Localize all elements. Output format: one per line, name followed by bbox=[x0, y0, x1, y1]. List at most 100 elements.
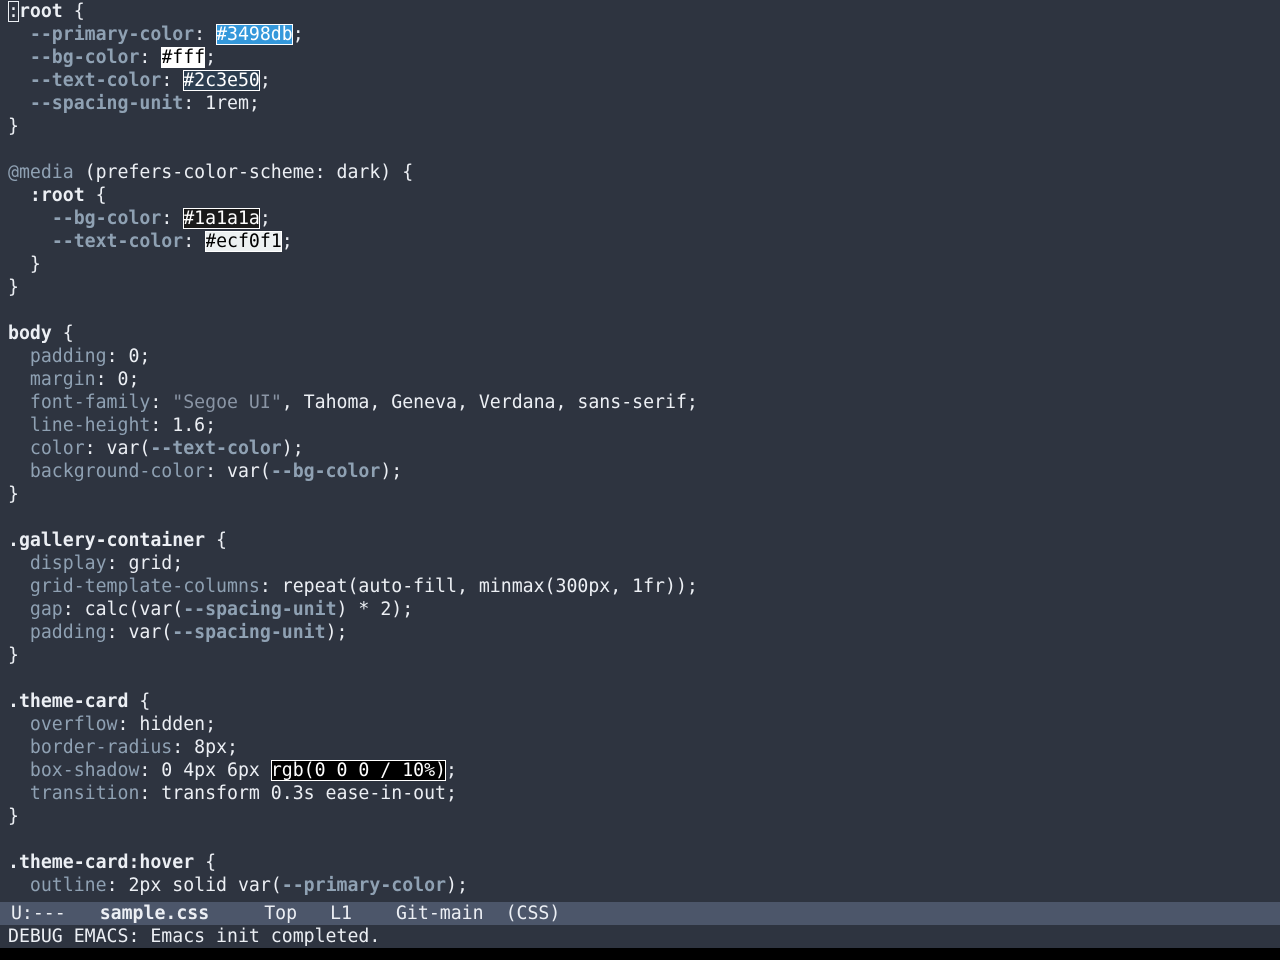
token-plain: : transform 0.3s ease-in-out; bbox=[139, 783, 457, 804]
token-plain: : repeat(auto-fill, minmax(300px, 1fr)); bbox=[259, 576, 698, 597]
code-line[interactable]: display: grid; bbox=[8, 552, 1272, 575]
code-line[interactable]: outline: 2px solid var(--primary-color); bbox=[8, 874, 1272, 897]
code-line[interactable]: padding: var(--spacing-unit); bbox=[8, 621, 1272, 644]
code-line[interactable]: grid-template-columns: repeat(auto-fill,… bbox=[8, 575, 1272, 598]
token-var: --spacing-unit bbox=[29, 93, 184, 114]
code-line[interactable]: transition: transform 0.3s ease-in-out; bbox=[8, 782, 1272, 805]
code-line[interactable]: line-height: 1.6; bbox=[8, 414, 1272, 437]
token-attr: border-radius bbox=[29, 737, 173, 758]
token-attr: padding bbox=[29, 346, 107, 367]
code-line[interactable]: --text-color: #2c3e50; bbox=[8, 69, 1272, 92]
scroll-position: Top bbox=[264, 903, 298, 924]
token-plain: : 8px; bbox=[172, 737, 238, 758]
token-plain: : 0; bbox=[106, 346, 151, 367]
code-line[interactable] bbox=[8, 506, 1272, 529]
token-var: --bg-color bbox=[29, 47, 140, 68]
code-line[interactable]: :root { bbox=[8, 0, 1272, 23]
token-plain: } bbox=[8, 484, 19, 505]
token-str: "Segoe UI" bbox=[172, 392, 282, 413]
token-attr: display bbox=[29, 553, 107, 574]
code-line[interactable]: background-color: var(--bg-color); bbox=[8, 460, 1272, 483]
code-line[interactable] bbox=[8, 138, 1272, 161]
color-swatch: #2c3e50 bbox=[183, 70, 260, 91]
code-line[interactable]: .theme-card:hover { bbox=[8, 851, 1272, 874]
code-line[interactable]: .gallery-container { bbox=[8, 529, 1272, 552]
code-line[interactable]: font-family: "Segoe UI", Tahoma, Geneva,… bbox=[8, 391, 1272, 414]
code-line[interactable]: --primary-color: #3498db; bbox=[8, 23, 1272, 46]
token-plain: : bbox=[194, 24, 217, 45]
token-attr: transition bbox=[29, 783, 140, 804]
token-var: --primary-color bbox=[29, 24, 195, 45]
token-var: --text-color bbox=[29, 70, 162, 91]
token-plain: ); bbox=[446, 875, 468, 896]
token-plain: } bbox=[8, 116, 19, 137]
code-line[interactable]: overflow: hidden; bbox=[8, 713, 1272, 736]
code-line[interactable] bbox=[8, 828, 1272, 851]
token-plain: : var( bbox=[106, 622, 173, 643]
editor-buffer[interactable]: :root { --primary-color: #3498db; --bg-c… bbox=[8, 0, 1272, 902]
code-line[interactable]: color: var(--text-color); bbox=[8, 437, 1272, 460]
token-plain: ; bbox=[259, 208, 271, 229]
code-line[interactable]: @media (prefers-color-scheme: dark) { bbox=[8, 161, 1272, 184]
vc-branch[interactable]: Git-main bbox=[396, 902, 484, 925]
token-plain: : grid; bbox=[106, 553, 184, 574]
token-var: --bg-color bbox=[270, 461, 381, 482]
token-sel: .theme-card:hover bbox=[8, 852, 195, 873]
token-attr: margin bbox=[29, 369, 96, 390]
token-plain: : var( bbox=[84, 438, 151, 459]
code-line[interactable] bbox=[8, 667, 1272, 690]
code-line[interactable]: gap: calc(var(--spacing-unit) * 2); bbox=[8, 598, 1272, 621]
token-plain: { bbox=[84, 185, 107, 206]
token-plain: ); bbox=[281, 438, 304, 459]
code-line[interactable]: } bbox=[8, 483, 1272, 506]
code-line[interactable]: .theme-card { bbox=[8, 690, 1272, 713]
major-mode[interactable]: (CSS) bbox=[506, 902, 561, 925]
frame-bottom-edge bbox=[0, 948, 1280, 960]
code-line[interactable]: } bbox=[8, 253, 1272, 276]
color-swatch: #ecf0f1 bbox=[205, 231, 282, 252]
code-line[interactable]: } bbox=[8, 115, 1272, 138]
code-line[interactable] bbox=[8, 299, 1272, 322]
token-plain: { bbox=[205, 530, 228, 551]
token-plain: { bbox=[194, 852, 217, 873]
code-line[interactable]: } bbox=[8, 805, 1272, 828]
token-plain: : 1.6; bbox=[150, 415, 217, 436]
token-plain: : bbox=[183, 231, 206, 252]
code-line[interactable]: --bg-color: #1a1a1a; bbox=[8, 207, 1272, 230]
token-plain: ); bbox=[325, 622, 348, 643]
token-sel: .theme-card bbox=[8, 691, 129, 712]
code-line[interactable]: --spacing-unit: 1rem; bbox=[8, 92, 1272, 115]
emacs-frame: :root { --primary-color: #3498db; --bg-c… bbox=[0, 0, 1280, 960]
code-line[interactable]: --bg-color: #fff; bbox=[8, 46, 1272, 69]
mode-line: U:--- sample.css Top L1 Git-main (CSS) bbox=[0, 902, 1280, 925]
code-line[interactable]: padding: 0; bbox=[8, 345, 1272, 368]
token-attr: font-family bbox=[29, 392, 151, 413]
code-line[interactable]: box-shadow: 0 4px 6px rgb(0 0 0 / 10%); bbox=[8, 759, 1272, 782]
code-line[interactable]: border-radius: 8px; bbox=[8, 736, 1272, 759]
token-plain: : bbox=[150, 392, 173, 413]
echo-message: DEBUG EMACS: Emacs init completed. bbox=[8, 926, 381, 947]
code-line[interactable]: body { bbox=[8, 322, 1272, 345]
buffer-name[interactable]: sample.css bbox=[100, 902, 210, 925]
token-sel: .gallery-container bbox=[8, 530, 206, 551]
code-line[interactable]: } bbox=[8, 644, 1272, 667]
token-plain: : var( bbox=[205, 461, 271, 482]
code-line[interactable]: --text-color: #ecf0f1; bbox=[8, 230, 1272, 253]
token-attr: box-shadow bbox=[29, 760, 140, 781]
token-plain: { bbox=[51, 323, 74, 344]
code-line[interactable]: :root { bbox=[8, 184, 1272, 207]
code-line[interactable]: margin: 0; bbox=[8, 368, 1272, 391]
code-line[interactable]: } bbox=[8, 276, 1272, 299]
